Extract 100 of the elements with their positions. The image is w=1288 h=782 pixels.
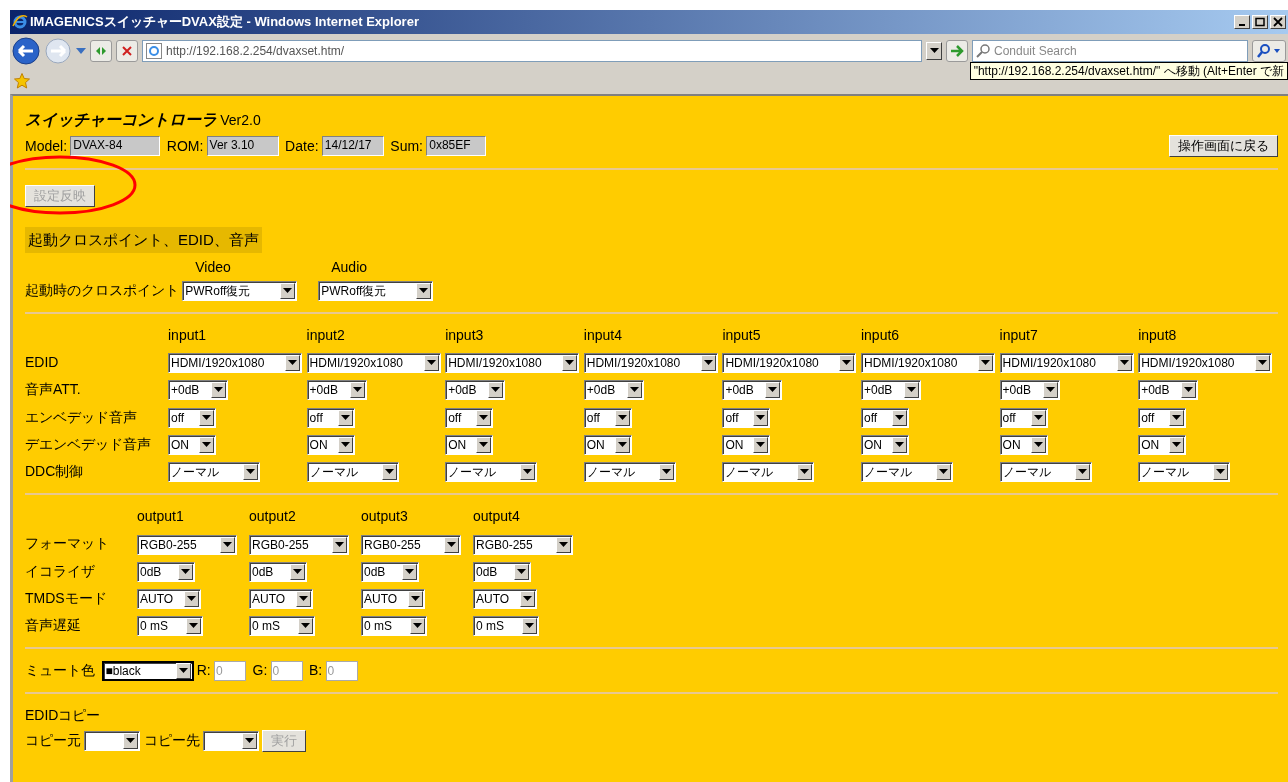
search-button[interactable] xyxy=(1252,40,1286,62)
dropdown[interactable]: +0dB xyxy=(999,380,1060,401)
dropdown[interactable]: AUTO xyxy=(361,589,425,610)
dropdown[interactable]: ノーマル xyxy=(306,462,399,483)
dropdown[interactable]: off xyxy=(722,407,771,428)
window-title: IMAGENICSスイッチャーDVAX設定 - Windows Internet Explorer xyxy=(30,13,420,32)
color-dropdown[interactable]: ■black xyxy=(101,660,194,681)
dropdown[interactable]: 0 mS xyxy=(137,616,203,637)
column-label: Video xyxy=(194,257,232,277)
dropdown[interactable]: off xyxy=(168,407,216,428)
field-label: Model: xyxy=(25,136,68,156)
dropdown[interactable]: off xyxy=(583,407,632,428)
dropdown[interactable]: 0dB xyxy=(137,561,195,582)
dropdown[interactable]: +0dB xyxy=(1138,380,1199,401)
dropdown[interactable] xyxy=(84,730,141,751)
dropdown[interactable]: 0 mS xyxy=(361,616,427,637)
field-label: G: xyxy=(252,661,268,681)
dropdown[interactable]: +0dB xyxy=(722,380,783,401)
dropdown[interactable]: AUTO xyxy=(473,589,537,610)
dropdown[interactable]: ON xyxy=(860,435,909,455)
page-title: スイッチャーコントローラ xyxy=(25,110,217,130)
close-button[interactable] xyxy=(1270,15,1286,29)
dropdown[interactable]: AUTO xyxy=(137,589,201,610)
dropdown[interactable]: +0dB xyxy=(445,380,506,401)
column-label: input6 xyxy=(860,325,901,345)
dropdown[interactable]: ノーマル xyxy=(1138,462,1231,483)
column-label: output4 xyxy=(473,507,521,527)
field-label: ROM: xyxy=(166,136,204,156)
minimize-icon xyxy=(1238,23,1246,27)
dropdown[interactable]: ON xyxy=(583,435,632,455)
column-label: input1 xyxy=(168,325,208,345)
search-field[interactable]: Conduit Search xyxy=(972,40,1248,62)
section-heading: 起動クロスポイント、EDID、音声 xyxy=(25,226,262,254)
close-icon xyxy=(1272,17,1284,27)
maximize-button[interactable] xyxy=(1252,15,1268,29)
page-icon xyxy=(146,43,162,59)
dropdown[interactable]: ノーマル xyxy=(445,462,538,483)
dropdown[interactable]: HDMI/1920x1080 xyxy=(306,353,441,374)
dropdown[interactable]: ON xyxy=(168,435,216,455)
dropdown[interactable]: HDMI/1920x1080 xyxy=(860,353,995,374)
dropdown[interactable]: off xyxy=(999,407,1048,428)
dropdown[interactable]: HDMI/1920x1080 xyxy=(1138,353,1273,374)
dropdown[interactable]: +0dB xyxy=(168,380,228,401)
dropdown[interactable]: off xyxy=(1138,407,1187,428)
dropdown[interactable]: PWRoff復元 xyxy=(318,280,434,301)
row-label: ミュート色 xyxy=(25,661,95,681)
dropdown[interactable]: HDMI/1920x1080 xyxy=(583,353,718,374)
favorites-star-icon xyxy=(14,73,30,89)
field-label: R: xyxy=(196,661,211,681)
address-dropdown-button[interactable] xyxy=(926,42,942,60)
dropdown[interactable]: +0dB xyxy=(860,380,921,401)
dropdown[interactable]: RGB0-255 xyxy=(361,534,461,555)
refresh-button[interactable] xyxy=(90,40,112,62)
dropdown[interactable] xyxy=(202,730,259,751)
dropdown[interactable]: ON xyxy=(999,435,1048,455)
dropdown[interactable]: HDMI/1920x1080 xyxy=(999,353,1134,374)
dropdown[interactable]: RGB0-255 xyxy=(473,534,573,555)
dropdown[interactable]: AUTO xyxy=(249,589,313,610)
row-label: DDC制御 xyxy=(25,462,85,482)
dropdown[interactable]: ノーマル xyxy=(583,462,676,483)
dropdown[interactable]: RGB0-255 xyxy=(137,534,237,555)
dropdown[interactable]: ノーマル xyxy=(168,462,260,483)
row-label: エンベデッド音声 xyxy=(25,407,138,427)
column-label: input4 xyxy=(583,325,623,345)
stop-button[interactable] xyxy=(116,40,138,62)
dropdown[interactable]: ノーマル xyxy=(860,462,953,483)
tooltip: "http://192.168.2.254/dvaxset.htm/" へ移動 (Alt+Enter で新 xyxy=(969,62,1288,80)
column-label: input5 xyxy=(722,325,762,345)
back-to-main-button[interactable]: 操作画面に戻る xyxy=(1169,135,1278,158)
dropdown[interactable]: ON xyxy=(445,435,494,455)
address-field[interactable]: http://192.168.2.254/dvaxset.htm/ xyxy=(142,40,922,62)
stop-icon xyxy=(121,45,133,57)
column-label: input8 xyxy=(1138,325,1178,345)
dropdown[interactable]: off xyxy=(860,407,909,428)
dropdown[interactable]: +0dB xyxy=(583,380,644,401)
dropdown[interactable]: HDMI/1920x1080 xyxy=(168,353,302,374)
dropdown[interactable]: RGB0-255 xyxy=(249,534,349,555)
dropdown[interactable]: 0 mS xyxy=(473,616,539,637)
dropdown[interactable]: ON xyxy=(306,435,355,455)
dropdown[interactable]: ノーマル xyxy=(999,462,1092,483)
dropdown[interactable]: 0dB xyxy=(473,561,531,582)
dropdown[interactable]: HDMI/1920x1080 xyxy=(445,353,580,374)
dropdown[interactable]: ON xyxy=(722,435,771,455)
back-button[interactable] xyxy=(12,37,40,65)
dropdown[interactable]: ON xyxy=(1138,435,1187,455)
caret-icon xyxy=(76,48,86,54)
dropdown[interactable]: PWRoff復元 xyxy=(182,280,298,301)
dropdown[interactable]: 0dB xyxy=(361,561,419,582)
dropdown[interactable]: +0dB xyxy=(306,380,367,401)
readonly-field: 14/12/17 xyxy=(321,136,384,157)
column-label: output3 xyxy=(361,507,409,527)
dropdown[interactable]: HDMI/1920x1080 xyxy=(722,353,857,374)
dropdown[interactable]: off xyxy=(306,407,355,428)
dropdown[interactable]: off xyxy=(445,407,494,428)
minimize-button[interactable] xyxy=(1234,15,1250,29)
dropdown[interactable]: 0dB xyxy=(249,561,307,582)
dropdown[interactable]: ノーマル xyxy=(722,462,815,483)
column-label: output2 xyxy=(249,507,297,527)
dropdown[interactable]: 0 mS xyxy=(249,616,315,637)
readonly-field: 0x85EF xyxy=(426,136,487,157)
